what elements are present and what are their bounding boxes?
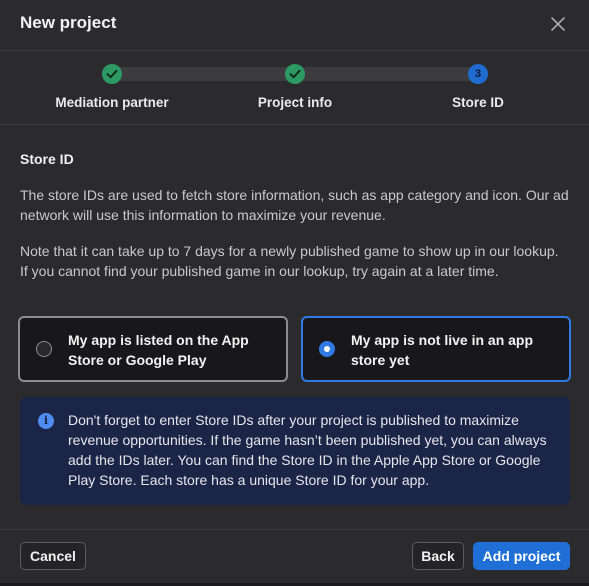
progress-stepper: 3 Mediation partner Project info Store I… (0, 51, 589, 125)
step-label-project-info: Project info (257, 95, 333, 110)
dialog-title: New project (20, 13, 117, 32)
close-button[interactable] (548, 14, 568, 34)
step-1-complete-indicator (102, 64, 122, 84)
radio-unselected[interactable] (36, 341, 52, 357)
dialog-header: New project (0, 0, 589, 51)
option-label: My app is listed on the App Store or Goo… (68, 332, 249, 368)
option-label: My app is not live in an app store yet (351, 332, 534, 368)
back-button[interactable]: Back (412, 542, 464, 570)
radio-selected[interactable] (319, 341, 335, 357)
note-paragraph: Note that it can take up to 7 days for a… (20, 243, 559, 279)
new-project-dialog: New project 3 Mediation partner Project … (0, 0, 589, 583)
description-paragraph: The store IDs are used to fetch store in… (20, 187, 569, 223)
add-project-button[interactable]: Add project (473, 542, 570, 570)
check-icon (106, 69, 118, 79)
section-title: Store ID (20, 151, 74, 167)
info-icon: i (38, 413, 54, 429)
info-text: Don't forget to enter Store IDs after yo… (68, 412, 547, 488)
step-label-store-id: Store ID (452, 95, 504, 110)
dialog-footer: Cancel Back Add project (0, 529, 589, 584)
step-label-mediation-partner: Mediation partner (55, 95, 169, 110)
close-icon (551, 17, 565, 31)
info-banner: i Don't forget to enter Store IDs after … (20, 397, 570, 505)
cancel-button[interactable]: Cancel (20, 542, 86, 570)
option-listed-in-store[interactable]: My app is listed on the App Store or Goo… (18, 316, 288, 382)
step-3-current-indicator: 3 (468, 64, 488, 84)
step-2-complete-indicator (285, 64, 305, 84)
option-not-live-yet[interactable]: My app is not live in an app store yet (301, 316, 571, 382)
check-icon (289, 69, 301, 79)
